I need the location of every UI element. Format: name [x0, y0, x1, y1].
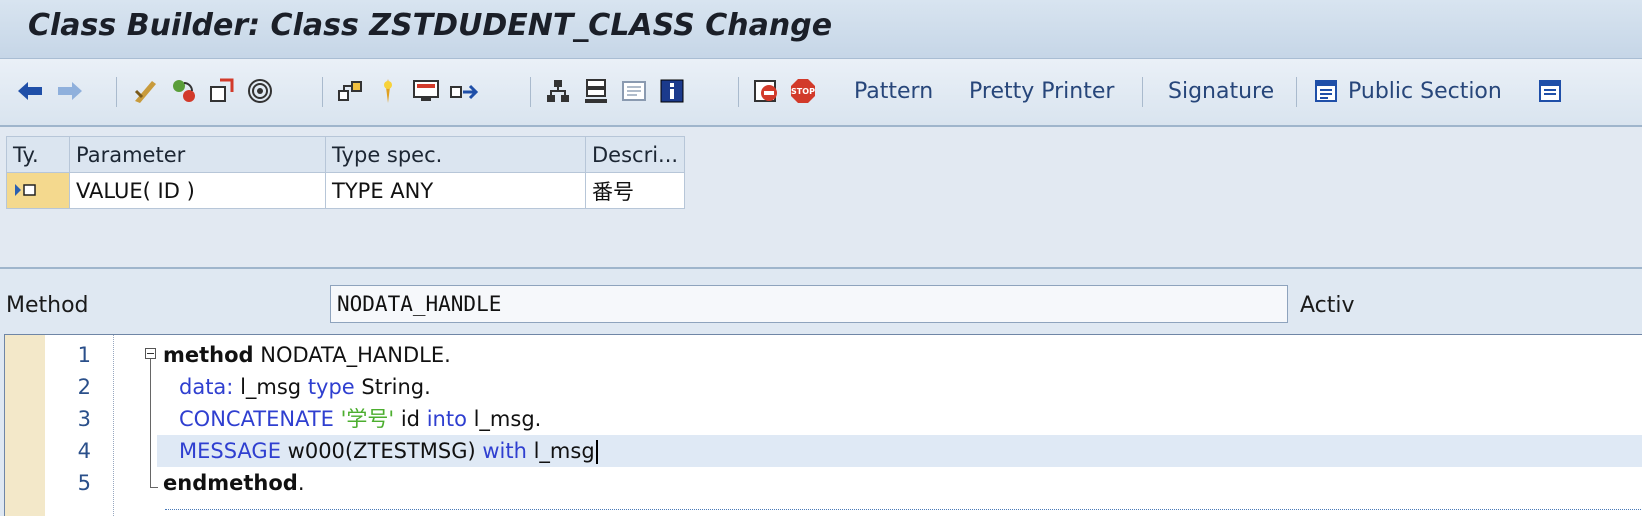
line-number: 4 — [77, 439, 91, 463]
where-used-icon[interactable] — [334, 75, 366, 107]
test-icon[interactable] — [244, 75, 276, 107]
parameter-table-area: Ty. Parameter Type spec. Descri... VALUE… — [0, 127, 1642, 269]
parameter-table: Ty. Parameter Type spec. Descri... VALUE… — [6, 136, 686, 209]
code-line-3[interactable]: 3 CONCATENATE '学号' id into l_msg. — [45, 403, 1642, 435]
column-header-type-spec[interactable]: Type spec. — [325, 136, 586, 173]
method-label: Method — [6, 293, 89, 318]
code-line-4[interactable]: 4 MESSAGE w000(ZTESTMSG) with l_msg — [45, 435, 1642, 467]
back-arrow-icon[interactable] — [14, 75, 46, 107]
navigation-window-icon[interactable] — [410, 75, 442, 107]
code-line-1[interactable]: 1 method NODATA_HANDLE. — [45, 339, 1642, 371]
line-number: 2 — [77, 375, 91, 399]
method-header: Method NODATA_HANDLE Activ — [0, 283, 1642, 333]
application-toolbar: STOP Pattern Pretty Printer Signature Pu… — [0, 59, 1642, 127]
forward-arrow-icon[interactable] — [54, 75, 86, 107]
stop-icon[interactable]: STOP — [788, 75, 820, 107]
documentation-icon[interactable] — [618, 75, 650, 107]
column-header-description[interactable]: Descri... — [584, 136, 686, 173]
param-name-cell[interactable]: VALUE( ID ) — [69, 172, 326, 209]
local-types-icon[interactable] — [580, 75, 612, 107]
method-status: Activ — [1300, 293, 1355, 318]
section-document-icon — [1310, 75, 1342, 107]
svg-text:STOP: STOP — [791, 87, 815, 96]
public-section-button[interactable]: Public Section — [1310, 72, 1502, 110]
code-line-2[interactable]: 2 data: l_msg type String. — [45, 371, 1642, 403]
line-number: 5 — [77, 471, 91, 495]
macros-icon[interactable] — [750, 75, 782, 107]
keyword: endmethod — [163, 471, 298, 495]
line-number: 1 — [77, 343, 91, 367]
keyword: method — [163, 343, 254, 367]
title-bar: Class Builder: Class ZSTDUDENT_CLASS Cha… — [0, 0, 1642, 59]
info-icon[interactable] — [656, 75, 688, 107]
param-type-cell[interactable] — [6, 172, 70, 209]
pretty-printer-button[interactable]: Pretty Printer — [969, 79, 1114, 104]
section-document-icon-2[interactable] — [1534, 75, 1566, 107]
line-number: 3 — [77, 407, 91, 431]
importing-param-icon — [13, 179, 39, 203]
column-header-parameter[interactable]: Parameter — [69, 136, 326, 173]
hierarchy-icon[interactable] — [542, 75, 574, 107]
string-literal: '学号' — [333, 407, 401, 431]
other-object-icon[interactable] — [448, 75, 480, 107]
check-icon[interactable] — [130, 75, 162, 107]
text-cursor — [595, 440, 598, 464]
display-object-list-icon[interactable] — [372, 75, 404, 107]
collapse-icon[interactable] — [145, 348, 156, 359]
code-line-5[interactable]: 5 endmethod. — [45, 467, 1642, 499]
pattern-button[interactable]: Pattern — [854, 79, 933, 104]
param-type-spec-cell[interactable]: TYPE ANY — [325, 172, 586, 209]
param-description-cell[interactable]: 番号 — [584, 172, 686, 209]
column-header-type[interactable]: Ty. — [6, 136, 70, 173]
method-name-field[interactable]: NODATA_HANDLE — [330, 285, 1288, 323]
activate-icon[interactable] — [206, 75, 238, 107]
code-editor[interactable]: 1 method NODATA_HANDLE. 2 data: l_msg ty… — [4, 334, 1642, 516]
table-row[interactable]: VALUE( ID ) TYPE ANY 番号 — [6, 172, 686, 209]
editor-gutter — [5, 335, 45, 516]
window-title: Class Builder: Class ZSTDUDENT_CLASS Cha… — [28, 8, 833, 43]
toggle-icon[interactable] — [168, 75, 200, 107]
public-section-label: Public Section — [1348, 78, 1502, 104]
signature-button[interactable]: Signature — [1168, 79, 1274, 104]
